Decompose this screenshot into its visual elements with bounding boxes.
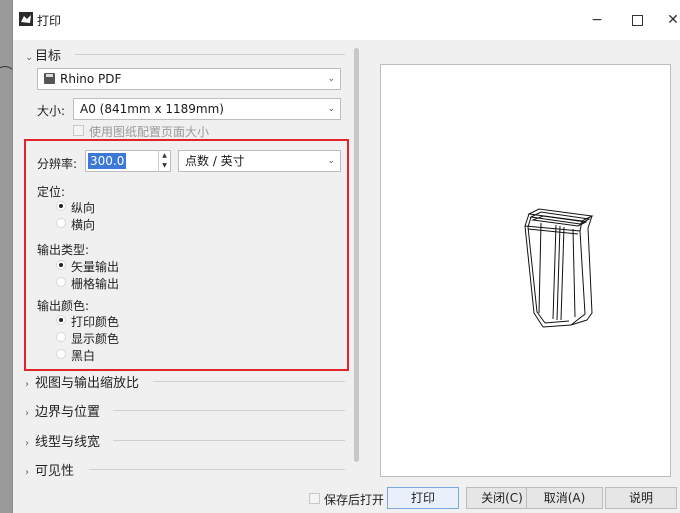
section-divider (89, 469, 345, 470)
settings-scrollbar[interactable] (354, 48, 359, 462)
resolution-spinner[interactable]: 300.0 ▲ ▼ (85, 150, 171, 172)
section-divider (75, 54, 345, 55)
destination-select[interactable]: Rhino PDF ⌄ (37, 68, 341, 90)
resolution-unit-select[interactable]: 点数 / 英寸 ⌄ (178, 150, 341, 172)
section-view-scale-header[interactable]: › 视图与输出缩放比 (25, 372, 139, 391)
output-vector-radio[interactable] (56, 260, 66, 270)
color-bw-radio[interactable] (56, 349, 66, 359)
section-divider (113, 440, 345, 441)
window-title: 打印 (37, 14, 62, 28)
output-vector-label: 矢量输出 (71, 260, 120, 274)
orientation-landscape-radio[interactable] (56, 218, 66, 228)
section-linetypes-header[interactable]: › 线型与线宽 (25, 431, 100, 450)
chevron-down-icon: ⌄ (327, 104, 335, 114)
output-raster-radio[interactable] (56, 277, 66, 287)
section-target-header[interactable]: ⌄ 目标 (25, 45, 61, 64)
print-preview-pane (380, 64, 671, 477)
open-after-save-checkbox[interactable] (309, 493, 320, 504)
help-button[interactable]: 说明 (605, 487, 677, 509)
output-raster-label: 栅格输出 (71, 277, 120, 291)
rhino-app-icon (19, 12, 33, 26)
section-linetypes-label: 线型与线宽 (35, 435, 101, 450)
section-target-label: 目标 (35, 49, 62, 64)
maximize-icon (631, 15, 643, 26)
print-dialog: 打印 − ✕ ⌄ 目标 Rhino PDF ⌄ 大小: A0 (841mm x 1… (12, 0, 680, 513)
chevron-right-icon: › (25, 408, 29, 419)
print-button[interactable]: 打印 (387, 487, 459, 509)
maximize-button[interactable] (623, 8, 651, 32)
chevron-down-icon: ⌄ (327, 74, 335, 84)
resolution-label: 分辨率: (37, 157, 78, 171)
minimize-button[interactable]: − (583, 8, 611, 32)
paper-size-select[interactable]: A0 (841mm x 1189mm) ⌄ (73, 98, 341, 120)
section-visibility-label: 可见性 (35, 464, 75, 479)
orientation-portrait-label: 纵向 (71, 201, 96, 215)
section-view-scale-label: 视图与输出缩放比 (35, 376, 140, 391)
title-bar: 打印 − ✕ (13, 0, 680, 40)
color-print-label: 打印颜色 (71, 315, 120, 329)
orientation-portrait-radio[interactable] (56, 201, 66, 211)
chevron-down-icon: ⌄ (327, 156, 335, 166)
chevron-right-icon: › (25, 467, 29, 478)
close-window-button[interactable]: ✕ (659, 8, 680, 32)
chevron-right-icon: › (25, 379, 29, 390)
resolution-value[interactable]: 300.0 (88, 153, 127, 169)
paper-size-value: A0 (841mm x 1189mm) (80, 102, 224, 116)
color-display-label: 显示颜色 (71, 332, 120, 346)
orientation-landscape-label: 横向 (71, 218, 96, 232)
destination-value: Rhino PDF (60, 72, 122, 86)
use-layout-size-checkbox[interactable] (73, 125, 84, 136)
section-divider (153, 381, 345, 382)
cancel-button[interactable]: 取消(A) (526, 487, 603, 509)
color-display-radio[interactable] (56, 332, 66, 342)
section-divider (113, 410, 345, 411)
chevron-right-icon: › (25, 438, 29, 449)
use-layout-size-label: 使用图纸配置页面大小 (89, 125, 210, 139)
color-bw-label: 黑白 (71, 349, 96, 363)
printer-icon (44, 73, 55, 84)
section-visibility-header[interactable]: › 可见性 (25, 460, 74, 479)
spinner-arrows-icon[interactable]: ▲ ▼ (158, 151, 170, 171)
preview-box-drawing (524, 208, 594, 328)
output-color-label: 输出颜色: (37, 299, 90, 313)
orientation-label: 定位: (37, 185, 66, 199)
size-label: 大小: (37, 104, 66, 118)
chevron-down-icon: ⌄ (25, 52, 34, 63)
color-print-radio[interactable] (56, 315, 66, 325)
open-after-save-label: 保存后打开 (324, 493, 385, 507)
section-margins-header[interactable]: › 边界与位置 (25, 401, 100, 420)
section-margins-label: 边界与位置 (35, 405, 101, 420)
resolution-unit-value: 点数 / 英寸 (185, 154, 245, 168)
output-type-label: 输出类型: (37, 243, 90, 257)
